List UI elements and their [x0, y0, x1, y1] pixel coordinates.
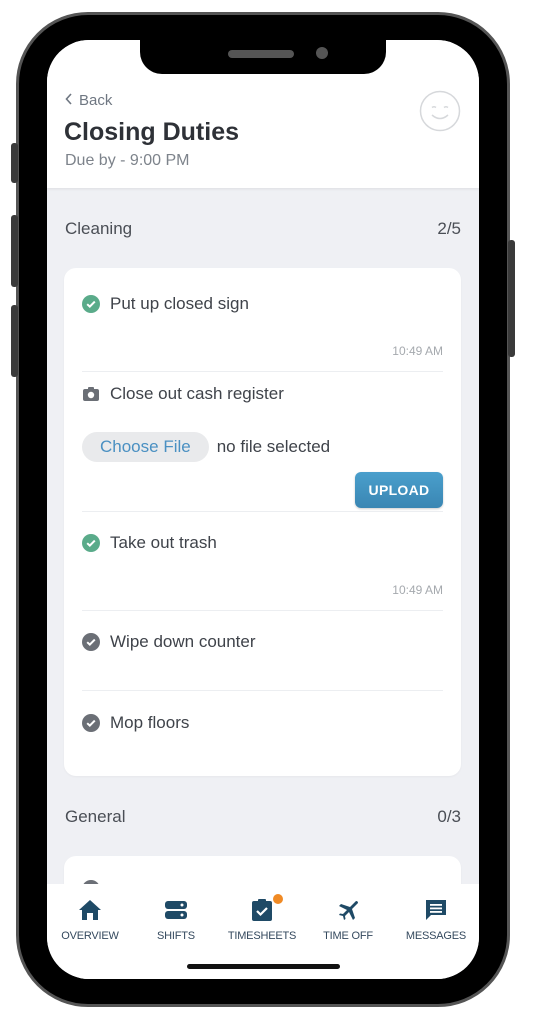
home-indicator[interactable] [187, 964, 340, 969]
volume-up-button [11, 215, 18, 287]
task-item[interactable]: Take out trash 10:49 AM [82, 533, 443, 603]
shifts-icon [165, 901, 187, 919]
tab-time-off[interactable]: TIME OFF [305, 898, 391, 942]
divider [82, 371, 443, 372]
tab-timesheets[interactable]: TIMESHEETS [219, 894, 305, 942]
task-item-photo: Close out cash register Choose File no f… [64, 384, 461, 510]
notch [140, 40, 386, 74]
tab-label: TIMESHEETS [227, 930, 297, 942]
back-button[interactable]: Back [65, 92, 112, 109]
volume-down-button [11, 305, 18, 377]
camera [316, 47, 328, 59]
section-header-cleaning: Cleaning 2/5 [65, 219, 461, 239]
back-label: Back [79, 92, 113, 109]
file-status: no file selected [216, 437, 331, 456]
upload-button[interactable]: UPLOAD [355, 472, 443, 508]
airplane-icon [339, 901, 358, 920]
check-circle-icon [82, 714, 100, 732]
timesheet-icon [252, 899, 272, 921]
bottom-tab-bar: OVERVIEW SHIFTS TIMESHEETS TIME OFF MESS… [47, 884, 479, 979]
tab-overview[interactable]: OVERVIEW [47, 898, 133, 942]
camera-icon [83, 387, 99, 401]
message-icon [426, 900, 446, 920]
task-label: Close out cash register [110, 384, 284, 403]
completed-time: 10:49 AM [392, 583, 443, 597]
task-card-cleaning: Put up closed sign 10:49 AM Close out ca… [64, 268, 461, 776]
section-title: General [65, 807, 126, 826]
section-progress: 2/5 [437, 219, 461, 238]
tab-shifts[interactable]: SHIFTS [133, 898, 219, 942]
power-button [508, 240, 515, 357]
task-item[interactable]: Put up closed sign 10:49 AM [82, 294, 443, 364]
check-circle-icon [82, 633, 100, 651]
divider [82, 511, 443, 512]
home-icon [79, 900, 101, 920]
app-screen: Back Closing Duties Due by - 9:00 PM Cle… [47, 40, 479, 979]
completed-time: 10:49 AM [392, 344, 443, 358]
tab-label: SHIFTS [157, 930, 195, 942]
tab-label: MESSAGES [405, 930, 467, 942]
task-label: Put up closed sign [110, 294, 249, 313]
notification-badge [273, 894, 283, 904]
section-header-general: General 0/3 [65, 807, 461, 827]
divider [82, 690, 443, 691]
divider [82, 610, 443, 611]
due-time: Due by - 9:00 PM [65, 152, 190, 169]
choose-file-button[interactable]: Choose File [82, 432, 209, 462]
task-label: Wipe down counter [110, 632, 256, 651]
check-circle-icon [82, 295, 100, 313]
tab-messages[interactable]: MESSAGES [393, 898, 479, 942]
mute-switch [11, 143, 18, 183]
check-circle-icon [82, 534, 100, 552]
task-item[interactable]: Mop floors [82, 713, 443, 753]
section-title: Cleaning [65, 219, 133, 238]
task-label: Mop floors [110, 713, 190, 732]
file-input: Choose File no file selected [82, 432, 330, 462]
page-title: Closing Duties [64, 118, 240, 146]
chevron-left-icon [65, 92, 73, 109]
speaker [228, 50, 294, 58]
tab-label: OVERVIEW [61, 930, 119, 942]
smiley-icon[interactable] [419, 90, 461, 132]
tab-label: TIME OFF [323, 930, 373, 942]
task-label: Take out trash [110, 533, 217, 552]
task-item[interactable]: Wipe down counter [82, 632, 443, 672]
section-progress: 0/3 [437, 807, 461, 826]
